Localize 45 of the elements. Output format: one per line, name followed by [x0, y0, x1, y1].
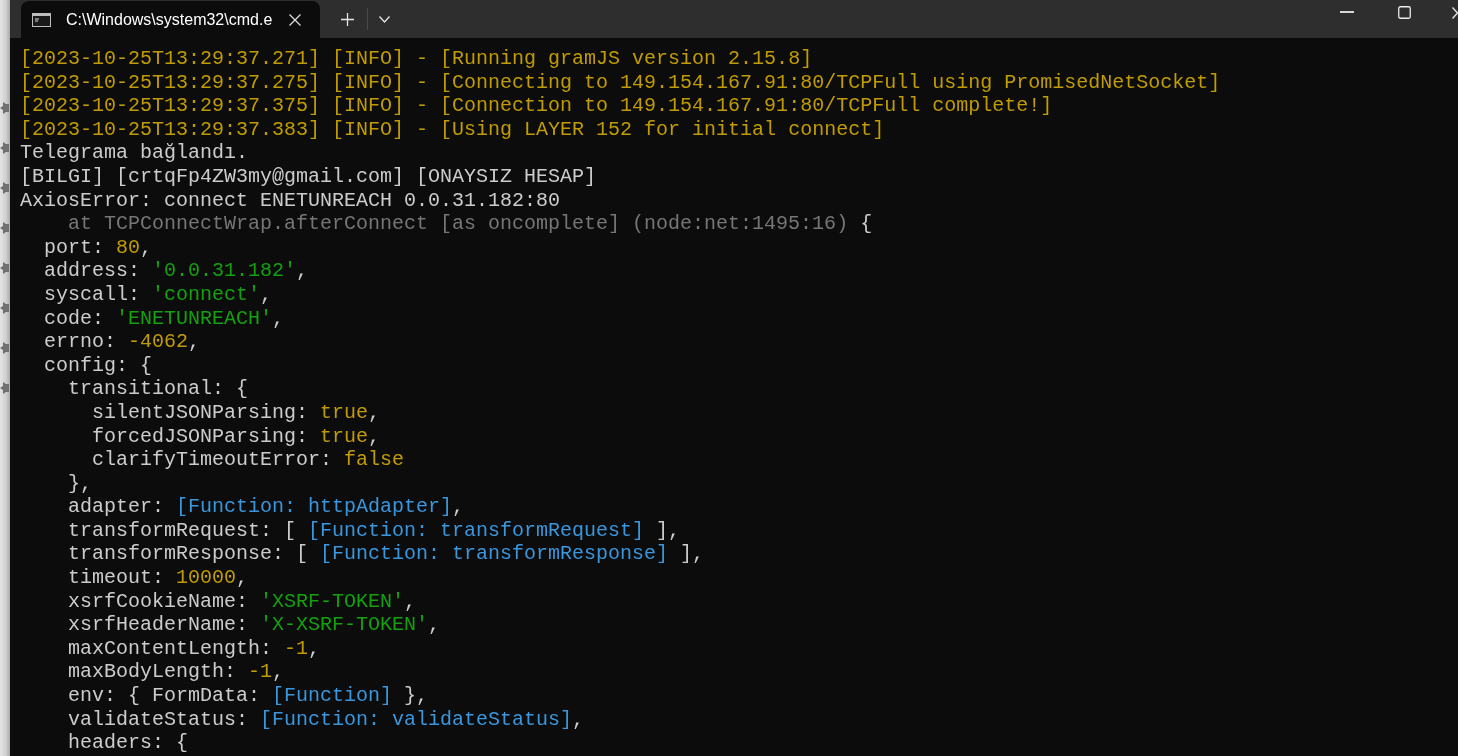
log-line: at TCPConnectWrap.afterConnect [as oncomplete] (node:net:1495:16) { [68, 212, 873, 236]
log-line: syscall: 'connect', [44, 282, 273, 307]
log-line: code: 'ENETUNREACH', [44, 306, 285, 331]
log-line: address: '0.0.31.182', [44, 259, 309, 283]
log-line: }, [68, 471, 92, 496]
log-line: maxBodyLength: -1, [68, 660, 285, 685]
log-line: transformResponse: [ [Function: transformResponse] ], [68, 542, 705, 567]
log-line: maxContentLength: -1, [68, 636, 321, 661]
log-line: env: { FormData: [Function] }, [68, 684, 429, 708]
log-line: Telegrama bağlandı. [20, 141, 249, 165]
log-line: [2023-10-25T13:29:37.275] [INFO] - [Connecting to 149.154.167.91:80/TCPFull using PromisedNetSocket] [20, 70, 1221, 95]
pin-icon [0, 101, 9, 115]
pin-icon [0, 141, 9, 155]
pin-icon [0, 261, 9, 275]
log-line: transitional: { [68, 377, 249, 401]
log-line: AxiosError: connect ENETUNREACH 0.0.31.182:80 [20, 188, 561, 213]
close-icon[interactable] [289, 13, 301, 26]
pin-icon [0, 341, 9, 355]
log-line: silentJSONParsing: true, [92, 400, 381, 425]
log-line: errno: -4062, [44, 330, 201, 354]
log-line: adapter: [Function: httpAdapter], [68, 495, 465, 519]
log-line: port: 80, [44, 235, 153, 260]
log-line: [2023-10-25T13:29:37.271] [INFO] - [Running gramJS version 2.15.8] [20, 47, 813, 71]
log-line: [2023-10-25T13:29:37.383] [INFO] - [Using LAYER 152 for initial connect] [20, 117, 885, 142]
log-line: headers: { [68, 731, 189, 755]
log-line: validateStatus: [Function: validateStatus], [68, 707, 585, 732]
maximize-icon[interactable] [1398, 6, 1411, 19]
pin-icon [0, 381, 9, 395]
log-line: xsrfHeaderName: 'X-XSRF-TOKEN', [68, 613, 441, 637]
log-line: timeout: 10000, [68, 566, 249, 590]
log-line: clarifyTimeoutError: false [92, 448, 405, 472]
chevron-down-icon[interactable] [379, 15, 390, 23]
terminal-tab[interactable]: C:\Windows\system32\cmd.e [21, 1, 320, 38]
log-line: [2023-10-25T13:29:37.375] [INFO] - [Connection to 149.154.167.91:80/TCPFull complete!] [20, 94, 1053, 118]
log-line: [BILGI] [crtqFp4ZW3my@gmail.com] [ONAYSIZ HESAP] [20, 164, 597, 189]
pin-icon [0, 301, 9, 315]
log-line: xsrfCookieName: 'XSRF-TOKEN', [68, 589, 417, 614]
terminal-icon [32, 12, 51, 27]
pin-icon [0, 221, 9, 235]
plus-icon[interactable] [341, 12, 354, 26]
close-icon[interactable] [1452, 7, 1458, 19]
log-line: forcedJSONParsing: true, [92, 424, 381, 449]
log-line: transformRequest: [ [Function: transformRequest] ], [68, 518, 681, 543]
pin-icon [0, 181, 9, 195]
log-line: config: { [44, 353, 153, 378]
